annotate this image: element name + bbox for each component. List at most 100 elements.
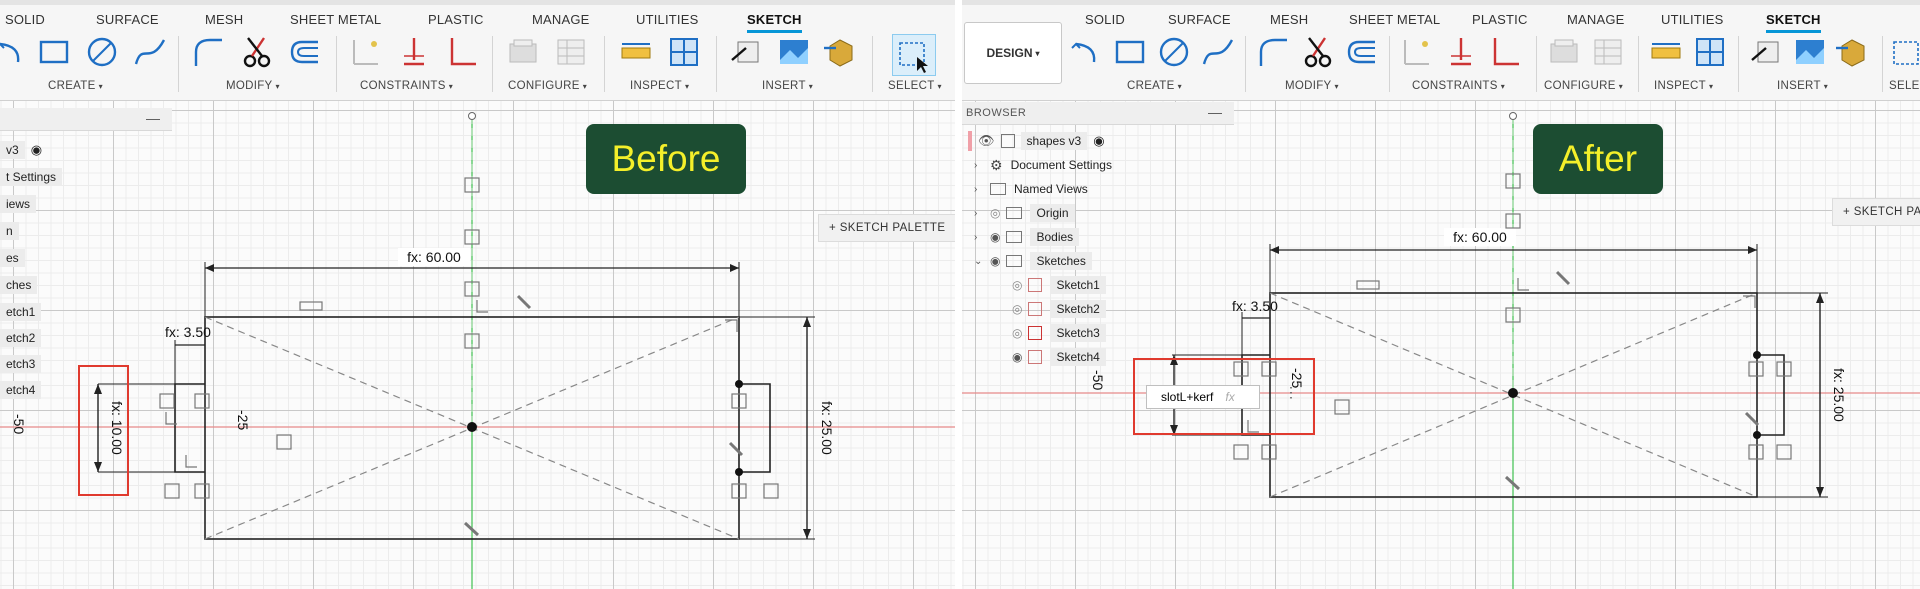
insert-image-icon[interactable]	[1792, 34, 1828, 70]
point[interactable]	[735, 380, 743, 388]
right-slot[interactable]	[739, 383, 771, 473]
section-analysis-icon[interactable]	[666, 34, 702, 70]
tab-sketch[interactable]: SKETCH	[747, 12, 802, 33]
tab-plastic[interactable]: PLASTIC	[1472, 12, 1528, 27]
constraint-glyph[interactable]	[1261, 444, 1277, 460]
dim-width-text[interactable]: fx: 60.00	[1453, 229, 1507, 245]
configure-group-label[interactable]: CONFIGURE ▾	[1544, 80, 1623, 92]
browser-row[interactable]: ◎ Sketch1	[1012, 273, 1106, 297]
dim-height-text[interactable]: fx: 25.00	[1831, 368, 1847, 422]
perpendicular-glyph[interactable]	[185, 455, 197, 468]
fix-constraint-icon[interactable]	[396, 34, 432, 70]
create-group-label[interactable]: CREATE ▾	[48, 80, 103, 92]
inspect-group-label[interactable]: INSPECT ▾	[1654, 80, 1713, 92]
constraint-glyph[interactable]	[763, 483, 779, 499]
browser-row[interactable]: › ⚙ Document Settings	[974, 153, 1112, 177]
tab-manage[interactable]: MANAGE	[532, 12, 590, 27]
modify-group-label[interactable]: MODIFY ▾	[1285, 80, 1339, 92]
arc-tool-icon[interactable]	[1068, 34, 1104, 70]
point[interactable]	[735, 468, 743, 476]
create-group-label[interactable]: CREATE ▾	[1127, 80, 1182, 92]
collapse-chevron-icon[interactable]: ⌄	[974, 256, 990, 267]
insert-derive-icon[interactable]	[1748, 34, 1784, 70]
constraint-glyph[interactable]	[194, 393, 210, 409]
tab-utilities[interactable]: UTILITIES	[636, 12, 698, 27]
configure-parameters-icon[interactable]	[1546, 34, 1582, 70]
fix-constraint-icon[interactable]	[1443, 34, 1479, 70]
constraint-glyph[interactable]	[1334, 399, 1350, 415]
browser-row[interactable]: n	[0, 219, 19, 243]
parallel-glyph[interactable]	[1744, 411, 1760, 427]
eye-hidden-icon[interactable]: ◎	[1012, 302, 1022, 316]
configure-table-icon[interactable]	[1590, 34, 1626, 70]
constraint-glyph[interactable]	[1748, 444, 1764, 460]
insert-image-icon[interactable]	[776, 34, 812, 70]
browser-row-root[interactable]: 👁 shapes v3 ◉	[968, 129, 1105, 153]
browser-row[interactable]: › ◎ Origin	[974, 201, 1075, 225]
parallel-glyph[interactable]	[728, 441, 744, 457]
tab-surface[interactable]: SURFACE	[1168, 12, 1231, 27]
insert-derive-icon[interactable]	[728, 34, 764, 70]
insert-group-label[interactable]: INSERT ▾	[1777, 80, 1828, 92]
constraints-group-label[interactable]: CONSTRAINTS ▾	[360, 80, 453, 92]
tab-utilities[interactable]: UTILITIES	[1661, 12, 1723, 27]
tab-plastic[interactable]: PLASTIC	[428, 12, 484, 27]
eye-hidden-icon[interactable]: ◎	[1012, 278, 1022, 292]
origin-point[interactable]	[467, 422, 477, 432]
tab-sketch[interactable]: SKETCH	[1766, 12, 1821, 33]
browser-row[interactable]: etch3	[0, 352, 42, 376]
offset-tool-icon[interactable]	[286, 34, 322, 70]
rectangle-tool-icon[interactable]	[1112, 34, 1148, 70]
eye-icon[interactable]: ◉	[990, 230, 1000, 244]
browser-row[interactable]: es	[0, 246, 25, 270]
circle-tool-icon[interactable]	[84, 34, 120, 70]
configure-table-icon[interactable]	[553, 34, 589, 70]
browser-row[interactable]: iews	[0, 192, 37, 216]
point[interactable]	[1753, 431, 1761, 439]
tab-mesh[interactable]: MESH	[1270, 12, 1308, 27]
coincident-constraint-icon[interactable]	[348, 34, 384, 70]
sketch-palette-toggle[interactable]: + SKETCH PA	[1832, 198, 1920, 226]
constraint-glyph[interactable]	[194, 483, 210, 499]
select-window-icon[interactable]	[1890, 34, 1920, 70]
tab-solid[interactable]: SOLID	[5, 12, 45, 27]
trim-scissors-icon[interactable]	[238, 34, 274, 70]
browser-row[interactable]: etch4	[0, 378, 42, 402]
constraint-glyph[interactable]	[159, 393, 175, 409]
browser-row[interactable]: › ◉ Bodies	[974, 225, 1080, 249]
collapse-icon[interactable]: —	[1208, 104, 1222, 120]
section-analysis-icon[interactable]	[1692, 34, 1728, 70]
select-group-label[interactable]: SELE	[1889, 80, 1920, 92]
point[interactable]	[1753, 351, 1761, 359]
right-slot[interactable]	[1757, 354, 1785, 436]
dim-width-text[interactable]: fx: 60.00	[407, 249, 461, 265]
select-group-label[interactable]: SELECT ▾	[888, 80, 942, 92]
dim-offset-text[interactable]: fx: 3.50	[1232, 298, 1278, 314]
insert-group-label[interactable]: INSERT ▾	[762, 80, 813, 92]
horizontal-glyph[interactable]	[299, 301, 323, 311]
eye-hidden-icon[interactable]: ◎	[990, 206, 1000, 220]
constraints-group-label[interactable]: CONSTRAINTS ▾	[1412, 80, 1505, 92]
radio-active-icon[interactable]: ◉	[31, 142, 42, 158]
browser-row[interactable]: ches	[0, 273, 38, 297]
perpendicular-glyph[interactable]	[1743, 295, 1756, 308]
browser-row[interactable]: etch1	[0, 300, 42, 324]
measure-ruler-icon[interactable]	[1648, 34, 1684, 70]
eye-icon[interactable]: 👁	[978, 133, 995, 149]
collapse-icon[interactable]: —	[146, 110, 160, 126]
tab-sheet-metal[interactable]: SHEET METAL	[1349, 12, 1440, 27]
perpendicular-glyph[interactable]	[476, 300, 488, 313]
perpendicular-constraint-icon[interactable]	[1487, 34, 1523, 70]
dim-height-text[interactable]: fx: 25.00	[819, 401, 835, 455]
fillet-tool-icon[interactable]	[190, 34, 226, 70]
radio-active-icon[interactable]: ◉	[1093, 133, 1104, 149]
perpendicular-constraint-icon[interactable]	[444, 34, 480, 70]
expand-chevron-icon[interactable]: ›	[974, 232, 990, 243]
constraint-glyph[interactable]	[276, 434, 292, 450]
configure-parameters-icon[interactable]	[505, 34, 541, 70]
browser-row[interactable]: › Named Views	[974, 177, 1088, 201]
browser-row[interactable]: ◎ Sketch2	[1012, 297, 1106, 321]
tab-surface[interactable]: SURFACE	[96, 12, 159, 27]
horizontal-glyph[interactable]	[1356, 280, 1380, 290]
select-tool-button[interactable]	[892, 34, 936, 76]
